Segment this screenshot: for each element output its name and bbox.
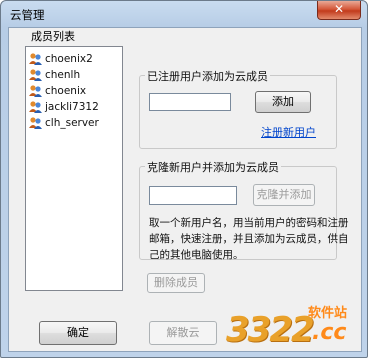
member-name: clh_server [45, 116, 99, 129]
close-button[interactable]: ✕ [317, 1, 361, 20]
ok-button[interactable]: 确定 [39, 321, 117, 345]
watermark-site-en: .cc [312, 320, 347, 345]
register-new-user-link[interactable]: 注册新用户 [261, 124, 316, 140]
watermark-logo: 3322 [226, 310, 315, 350]
dissolve-cloud-button[interactable]: 解散云 [149, 321, 217, 345]
member-name: jackli7312 [45, 100, 99, 113]
list-item[interactable]: choenix2 [29, 51, 93, 66]
new-username-input[interactable] [149, 186, 237, 205]
user-group-icon [29, 84, 42, 97]
register-group-title: 已注册用户添加为云成员 [145, 68, 270, 84]
member-listbox[interactable]: choenix2 chenlh choenix jackli7312 clh_s… [25, 46, 123, 291]
member-name: chenlh [45, 68, 81, 81]
watermark-site-cn: 软件站 [308, 306, 348, 321]
member-list-label: 成员列表 [31, 30, 75, 43]
user-group-icon [29, 68, 42, 81]
site-watermark: 3322 软件站 .cc [226, 300, 366, 356]
member-name: choenix2 [45, 52, 93, 65]
close-icon: ✕ [333, 2, 345, 16]
add-button[interactable]: 添加 [255, 91, 311, 113]
user-group-icon [29, 116, 42, 129]
user-group-icon [29, 100, 42, 113]
delete-member-button[interactable]: 删除成员 [147, 273, 205, 293]
clone-description: 取一个新用户名，用当前用户的密码和注册邮箱，快速注册，并且添加为云成员，供自己的… [149, 217, 349, 261]
list-item[interactable]: chenlh [29, 67, 80, 82]
member-name: choenix [45, 84, 87, 97]
username-input[interactable] [149, 93, 231, 111]
list-item[interactable]: clh_server [29, 115, 99, 130]
window-title: 云管理 [10, 8, 45, 22]
clone-and-add-button[interactable]: 克隆并添加 [253, 184, 315, 206]
user-group-icon [29, 52, 42, 65]
title-bar: 云管理 ✕ [1, 1, 367, 27]
list-item[interactable]: choenix [29, 83, 86, 98]
list-item[interactable]: jackli7312 [29, 99, 99, 114]
clone-group-title: 克隆新用户并添加为云成员 [145, 159, 281, 175]
